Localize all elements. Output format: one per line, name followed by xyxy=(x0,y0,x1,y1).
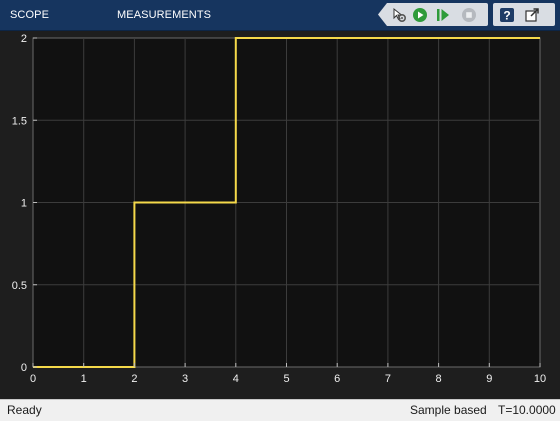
sample-mode-label: Sample based xyxy=(410,403,487,417)
scope-display: 0 1 2 3 4 5 6 7 8 9 10 0 0.5 1 1.5 2 xyxy=(0,31,560,399)
undock-button[interactable] xyxy=(523,6,541,24)
sim-time-label: T=10.0000 xyxy=(498,403,556,417)
tab-scope[interactable]: SCOPE xyxy=(10,0,49,30)
status-text: Ready xyxy=(7,403,42,417)
svg-text:?: ? xyxy=(503,9,510,23)
x-tick-label: 7 xyxy=(385,373,391,385)
y-tick-label: 0 xyxy=(21,362,27,374)
x-tick-label: 10 xyxy=(534,373,546,385)
status-bar: Ready Sample based T=10.0000 xyxy=(0,399,560,421)
y-tick-label: 2 xyxy=(21,33,27,45)
x-tick-label: 3 xyxy=(182,373,188,385)
settings-button[interactable] xyxy=(390,6,408,24)
help-button[interactable]: ? xyxy=(498,6,516,24)
x-tick-label: 0 xyxy=(30,373,36,385)
x-tick-label: 8 xyxy=(436,373,442,385)
y-tick-label: 1.5 xyxy=(12,115,27,127)
x-tick-label: 1 xyxy=(81,373,87,385)
run-icon xyxy=(412,7,428,23)
stop-icon xyxy=(461,7,477,23)
help-icon: ? xyxy=(499,7,515,23)
help-controls: ? xyxy=(493,3,555,26)
toolstrip: SCOPE MEASUREMENTS ? xyxy=(0,0,560,31)
undock-icon xyxy=(524,7,540,23)
tab-measurements[interactable]: MEASUREMENTS xyxy=(117,0,211,30)
x-tick-label: 5 xyxy=(283,373,289,385)
simulation-controls xyxy=(378,3,488,26)
y-tick-label: 1 xyxy=(21,198,27,210)
x-tick-label: 2 xyxy=(131,373,137,385)
settings-gear-icon xyxy=(391,7,407,23)
x-tick-label: 4 xyxy=(233,373,239,385)
step-forward-button[interactable] xyxy=(434,6,452,24)
stop-button[interactable] xyxy=(460,6,478,24)
x-tick-label: 6 xyxy=(334,373,340,385)
y-tick-label: 0.5 xyxy=(12,280,27,292)
step-forward-icon xyxy=(435,7,451,23)
plot-canvas[interactable]: 0 1 2 3 4 5 6 7 8 9 10 0 0.5 1 1.5 2 xyxy=(0,31,560,399)
x-tick-label: 9 xyxy=(486,373,492,385)
run-button[interactable] xyxy=(411,6,429,24)
